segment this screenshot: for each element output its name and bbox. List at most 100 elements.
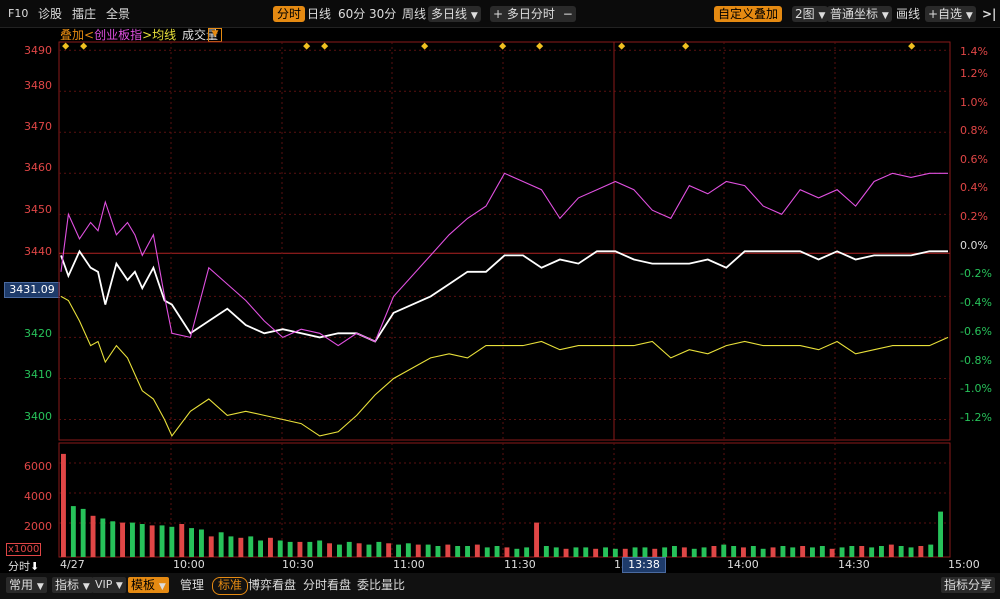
- volume-bar: [543, 546, 549, 557]
- price-lines: [60, 172, 949, 437]
- volume-bar: [681, 547, 687, 557]
- volume-bar: [287, 541, 293, 557]
- volume-bar: [632, 547, 638, 557]
- volume-bar: [179, 524, 185, 557]
- volume-bar: [918, 546, 924, 557]
- volume-bar: [819, 546, 825, 557]
- chart-grid: [58, 41, 951, 558]
- volume-bar: [130, 522, 135, 557]
- event-marker: [536, 42, 544, 50]
- moban-label: 模板: [131, 578, 156, 592]
- event-marker: [421, 42, 429, 50]
- volume-bar: [80, 508, 86, 557]
- volume-bar: [731, 546, 737, 557]
- series-line: [60, 295, 949, 437]
- time-axis-mode[interactable]: 分时⬇: [8, 558, 39, 574]
- volume-bar: [869, 547, 875, 557]
- intraday-chart: [58, 41, 951, 558]
- volume-bar: [839, 547, 845, 557]
- volume-bar: [888, 544, 894, 557]
- volume-bar: [415, 544, 421, 557]
- volume-bars: [61, 453, 943, 558]
- share-indicator-button[interactable]: 指标分享: [941, 577, 996, 593]
- chevron-down-icon: ▼: [82, 582, 90, 592]
- volume-bar: [228, 536, 234, 557]
- volume-bar: [317, 540, 323, 557]
- changyong-label: 常用: [9, 578, 34, 592]
- volume-bar: [672, 546, 677, 557]
- time-axis-mode-label: 分时: [8, 560, 30, 573]
- guanli-button[interactable]: 管理: [180, 577, 204, 593]
- volume-bar: [573, 547, 579, 557]
- volume-bar: [169, 526, 175, 558]
- volume-bar: [829, 548, 835, 558]
- volume-bar: [721, 544, 727, 557]
- volume-bar: [100, 518, 106, 557]
- volume-bar: [258, 540, 263, 557]
- volume-bar: [760, 548, 766, 558]
- event-marker: [908, 42, 916, 50]
- volume-bar: [356, 543, 362, 558]
- volume-bar: [208, 536, 214, 557]
- volume-bar: [277, 540, 283, 557]
- volume-bar: [800, 546, 806, 557]
- volume-bar: [61, 453, 66, 557]
- event-marker: [618, 42, 626, 50]
- volume-bar: [534, 522, 539, 557]
- volume-bar: [248, 536, 254, 557]
- volume-bar: [337, 544, 342, 557]
- series-line: [60, 172, 948, 347]
- event-marker: [62, 42, 70, 50]
- volume-bar: [810, 547, 815, 557]
- volume-bar: [405, 543, 411, 558]
- volume-bar: [425, 544, 431, 557]
- volume-bar: [938, 511, 943, 557]
- volume-bar: [849, 546, 855, 557]
- volume-bar: [928, 544, 934, 557]
- event-marker: [80, 42, 88, 50]
- volume-bar: [750, 546, 756, 557]
- volume-bar: [199, 529, 204, 557]
- volume-bar: [90, 515, 96, 558]
- volume-bar: [593, 548, 599, 558]
- volume-bar: [494, 546, 500, 557]
- volume-bar: [445, 544, 451, 557]
- volume-bar: [642, 547, 648, 557]
- tab-fenshi-kanpan[interactable]: 分时看盘: [303, 577, 351, 593]
- volume-bar: [553, 547, 559, 557]
- volume-bar: [455, 546, 461, 557]
- event-marker: [321, 42, 329, 50]
- vip-dropdown[interactable]: VIP ▼: [92, 577, 126, 593]
- volume-bar: [366, 544, 372, 557]
- time-label: 15:00: [948, 558, 980, 571]
- volume-bar: [583, 547, 589, 557]
- volume-bar: [603, 547, 608, 557]
- time-label: 10:30: [282, 558, 314, 571]
- volume-bar: [563, 548, 569, 558]
- tab-weibi[interactable]: 委比量比: [357, 577, 405, 593]
- vip-label: VIP: [95, 578, 113, 591]
- volume-bar: [435, 546, 441, 557]
- volume-bar: [70, 506, 76, 557]
- volume-bar: [327, 543, 332, 558]
- volume-bar: [396, 544, 401, 557]
- event-marker: [682, 42, 690, 50]
- event-marker: [499, 42, 507, 50]
- changyong-dropdown[interactable]: 常用 ▼: [6, 577, 47, 593]
- tab-biaozhun[interactable]: 标准: [212, 577, 249, 595]
- event-marker: [303, 42, 311, 50]
- volume-bar: [780, 546, 786, 557]
- zhibiao-dropdown[interactable]: 指标 ▼: [52, 577, 93, 593]
- volume-bar: [268, 537, 273, 558]
- time-label: 11:00: [393, 558, 425, 571]
- volume-bar: [149, 525, 155, 557]
- volume-bar: [465, 546, 470, 557]
- volume-bar: [652, 548, 658, 558]
- volume-bar: [514, 548, 520, 558]
- tab-boyi[interactable]: 博弈看盘: [248, 577, 296, 593]
- volume-bar: [297, 541, 303, 557]
- moban-dropdown[interactable]: 模板 ▼: [128, 577, 169, 593]
- volume-bar: [474, 544, 480, 557]
- bottom-toolbar: 常用 ▼ 指标 ▼ VIP ▼ 模板 ▼ 管理 标准 博弈看盘 分时看盘 委比量…: [0, 573, 1000, 599]
- price-pane-frame: [58, 41, 951, 441]
